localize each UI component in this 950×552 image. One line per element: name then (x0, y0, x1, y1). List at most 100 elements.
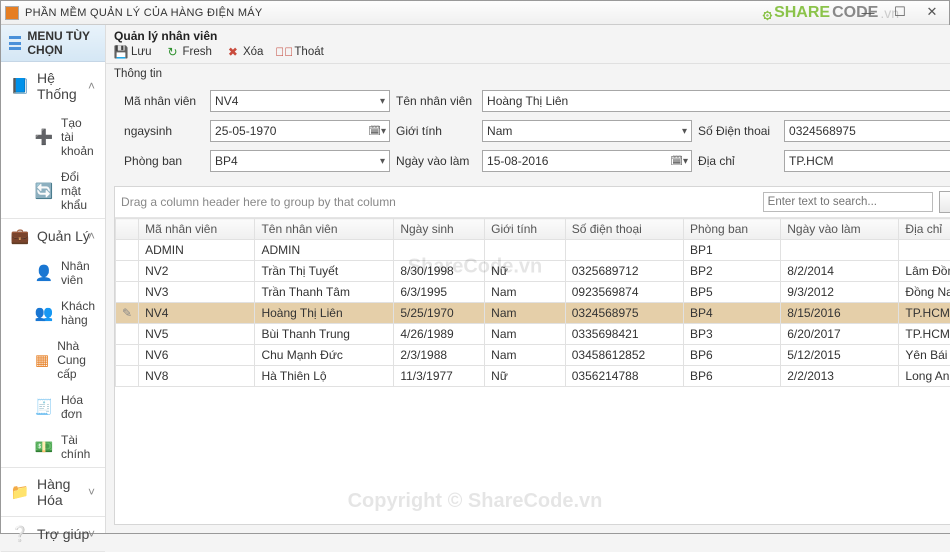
delete-button[interactable]: ✖Xóa (226, 45, 263, 59)
cell: BP6 (684, 366, 781, 387)
nav-item-label: Tạo tài khoản (61, 116, 95, 158)
cell: BP6 (684, 345, 781, 366)
cell: 5/25/1970 (394, 303, 485, 324)
exit-button[interactable]: �⃠Thoát (277, 45, 323, 59)
table-row[interactable]: NV5Bùi Thanh Trung4/26/1989Nam0335698421… (116, 324, 950, 345)
cell (394, 240, 485, 261)
info-header: Thông tin (106, 64, 950, 80)
menu-icon (9, 36, 21, 50)
lbl-gender: Giới tính (396, 124, 476, 138)
table-row[interactable]: NV2Trần Thị Tuyết8/30/1998Nữ0325689712BP… (116, 261, 950, 282)
col-header[interactable]: Mã nhân viên (139, 219, 255, 240)
phone-field[interactable]: 0324568975 (784, 120, 950, 142)
cell: Nữ (485, 261, 566, 282)
grid-icon: ▦ (35, 351, 49, 369)
nav-item-customer[interactable]: 👥 Khách hàng (25, 293, 105, 333)
col-header[interactable]: Ngày sinh (394, 219, 485, 240)
cell: 0324568975 (565, 303, 683, 324)
group-hint[interactable]: Drag a column header here to group by th… (121, 195, 396, 209)
col-header[interactable]: Phòng ban (684, 219, 781, 240)
nav-group-help[interactable]: ❔ Trợ giúp ˅ (1, 517, 105, 551)
maximize-button[interactable]: ☐ (885, 3, 915, 21)
col-header[interactable]: Tên nhân viên (255, 219, 394, 240)
grid: Drag a column header here to group by th… (114, 186, 950, 525)
nav-item-employee[interactable]: 👤 Nhân viên (25, 253, 105, 293)
start-date-field[interactable]: 15-08-2016 (482, 150, 692, 172)
nav-group-goods[interactable]: 📁 Hàng Hóa ˅ (1, 468, 105, 516)
nav-item-finance[interactable]: 💵 Tài chính (25, 427, 105, 467)
table-row[interactable]: NV8Hà Thiên Lộ11/3/1977Nữ0356214788BP62/… (116, 366, 950, 387)
cell: Yên Bái (899, 345, 950, 366)
cell: 6/3/1995 (394, 282, 485, 303)
dob-field[interactable]: 25-05-1970 (210, 120, 390, 142)
col-header[interactable]: Địa chỉ (899, 219, 950, 240)
table-row[interactable]: ✎NV4Hoàng Thị Liên5/25/1970Nam0324568975… (116, 303, 950, 324)
nav-group-label: Hàng Hóa (37, 476, 95, 508)
address-field[interactable]: TP.HCM (784, 150, 950, 172)
cell (116, 282, 139, 303)
cell: ✎ (116, 303, 139, 324)
cell: Lâm Đồng (899, 261, 950, 282)
help-icon: ❔ (11, 525, 29, 543)
cell: 2/3/1988 (394, 345, 485, 366)
cell: 0923569874 (565, 282, 683, 303)
cell: ADMIN (139, 240, 255, 261)
lbl-dept: Phòng ban (124, 154, 204, 168)
titlebar: PHẦN MỀM QUẢN LÝ CỦA HÀNG ĐIỆN MÁY ۞ SHA… (1, 1, 949, 25)
cell (116, 324, 139, 345)
chevron-up-icon: ˄ (88, 229, 95, 243)
cell: BP5 (684, 282, 781, 303)
employee-id-field[interactable]: NV4 (210, 90, 390, 112)
save-button[interactable]: 💾Lưu (114, 45, 152, 59)
col-header[interactable]: Ngày vào làm (781, 219, 899, 240)
minimize-button[interactable]: — (853, 3, 883, 21)
cell (899, 240, 950, 261)
table-row[interactable]: ADMINADMINBP1 (116, 240, 950, 261)
cell: Trần Thị Tuyết (255, 261, 394, 282)
sidebar-title: MENU TÙY CHỌN (1, 25, 105, 62)
sidebar: MENU TÙY CHỌN 📘 Hệ Thống ˄ ➕ Tạo tài kho… (1, 25, 106, 533)
refresh-icon: ↻ (166, 45, 180, 59)
lbl-start: Ngày vào làm (396, 154, 476, 168)
cell: 9/3/2012 (781, 282, 899, 303)
tb-label: Xóa (243, 46, 263, 58)
employee-name-field[interactable]: Hoàng Thị Liên (482, 90, 950, 112)
table-row[interactable]: NV3Trần Thanh Tâm6/3/1995Nam0923569874BP… (116, 282, 950, 303)
cell (565, 240, 683, 261)
cell: 0325689712 (565, 261, 683, 282)
nav-group-system[interactable]: 📘 Hệ Thống ˄ (1, 62, 105, 110)
page-title: Quản lý nhân viên (106, 25, 950, 45)
cell: NV5 (139, 324, 255, 345)
dept-field[interactable]: BP4 (210, 150, 390, 172)
find-button[interactable]: Find (939, 191, 950, 213)
nav-item-create-account[interactable]: ➕ Tạo tài khoản (25, 110, 105, 164)
chevron-down-icon: ˅ (88, 485, 95, 499)
cell: BP2 (684, 261, 781, 282)
tb-label: Fresh (183, 46, 212, 58)
nav-group-manage[interactable]: 💼 Quản Lý ˄ (1, 219, 105, 253)
window-title: PHẦN MỀM QUẢN LÝ CỦA HÀNG ĐIỆN MÁY (25, 7, 263, 19)
close-button[interactable]: ✕ (917, 3, 947, 21)
cell: 03458612852 (565, 345, 683, 366)
lbl-employee-id: Mã nhân viên (124, 94, 204, 108)
gender-field[interactable]: Nam (482, 120, 692, 142)
nav-item-change-password[interactable]: 🔄 Đổi mật khẩu (25, 164, 105, 218)
search-input[interactable] (763, 192, 933, 212)
book-icon: 📘 (11, 77, 29, 95)
money-icon: 💵 (35, 438, 53, 456)
col-header[interactable]: Giới tính (485, 219, 566, 240)
plus-circle-icon: ➕ (35, 128, 53, 146)
nav-item-invoice[interactable]: 🧾 Hóa đơn (25, 387, 105, 427)
cell: Trần Thanh Tâm (255, 282, 394, 303)
cell: 8/30/1998 (394, 261, 485, 282)
table-row[interactable]: NV6Chu Mạnh Đức2/3/1988Nam03458612852BP6… (116, 345, 950, 366)
lbl-address: Địa chỉ (698, 154, 778, 168)
col-header[interactable]: Số điện thoại (565, 219, 683, 240)
fresh-button[interactable]: ↻Fresh (166, 45, 212, 59)
person-icon: 👤 (35, 264, 53, 282)
nav-item-supplier[interactable]: ▦ Nhà Cung cấp (25, 333, 105, 387)
refresh-icon: 🔄 (35, 182, 53, 200)
app-icon (5, 6, 19, 20)
cell: Nam (485, 303, 566, 324)
nav-group-label: Trợ giúp (37, 526, 89, 542)
